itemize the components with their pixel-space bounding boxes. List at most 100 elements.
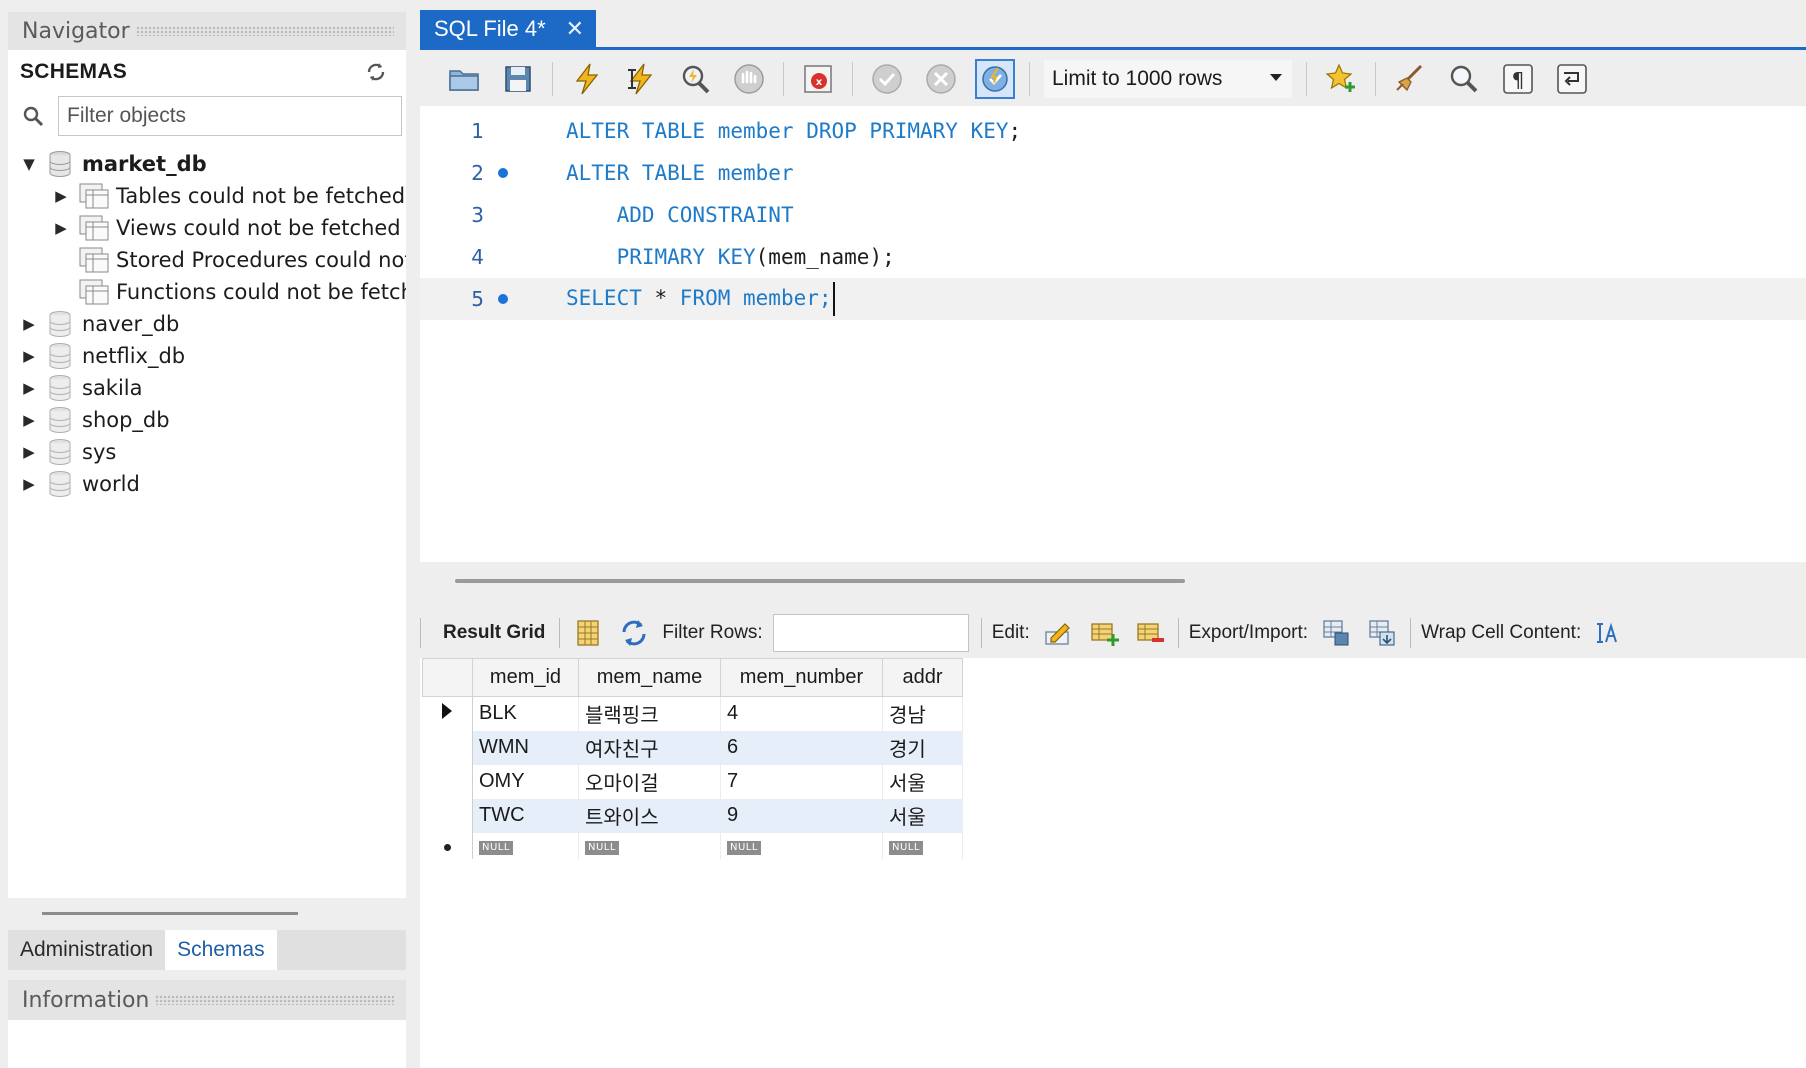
add-snippet-button[interactable] — [1321, 59, 1361, 99]
table-cell[interactable]: BLK — [472, 696, 579, 731]
table-cell[interactable]: TWC — [472, 798, 579, 833]
refresh-results-button[interactable] — [616, 615, 652, 651]
code-line-3[interactable]: 3 ADD CONSTRAINT — [420, 194, 1806, 236]
execute-current-button[interactable] — [621, 59, 661, 99]
result-grid-label[interactable]: Result Grid — [443, 622, 545, 644]
expand-arrow-icon[interactable]: ▶ — [18, 473, 40, 495]
code-line-4[interactable]: 4 PRIMARY KEY(mem_name); — [420, 236, 1806, 278]
table-cell[interactable]: 4 — [720, 696, 883, 731]
table-cell[interactable]: OMY — [472, 764, 579, 799]
code-line-1[interactable]: 1 ALTER TABLE member DROP PRIMARY KEY; — [420, 110, 1806, 152]
autocommit-toggle[interactable] — [975, 59, 1015, 99]
tree-item-label: Tables could not be fetched — [116, 184, 406, 208]
table-cell[interactable]: 경남 — [882, 696, 963, 731]
filter-objects-input[interactable] — [58, 96, 402, 136]
code-line-5[interactable]: 5 SELECT * FROM member; — [420, 278, 1806, 320]
schema-item-sys[interactable]: ▶ sys — [8, 436, 406, 468]
wrap-cell-button[interactable] — [1591, 615, 1627, 651]
table-cell[interactable]: 7 — [720, 764, 883, 799]
explain-button[interactable] — [675, 59, 715, 99]
table-cell[interactable]: 서울 — [882, 798, 963, 833]
execute-button[interactable] — [567, 59, 607, 99]
sql-toolbar: x Limit to 1000 rows ¶ — [420, 52, 1806, 106]
expand-arrow-icon[interactable]: ▶ — [18, 409, 40, 431]
tree-item-views[interactable]: ▶ Views could not be fetched — [8, 212, 406, 244]
expand-arrow-icon[interactable]: ▶ — [18, 441, 40, 463]
table-row[interactable]: BLK 블랙핑크 4 경남 — [422, 696, 963, 731]
database-icon — [49, 343, 71, 370]
save-button[interactable] — [498, 59, 538, 99]
delete-row-button[interactable] — [1132, 615, 1168, 651]
tree-item-tables[interactable]: ▶ Tables could not be fetched — [8, 180, 406, 212]
tab-schemas[interactable]: Schemas — [165, 930, 277, 970]
rollback-button[interactable] — [921, 59, 961, 99]
table-cell[interactable]: WMN — [472, 730, 579, 765]
limit-rows-select[interactable]: Limit to 1000 rows — [1044, 60, 1292, 98]
panel-splitter[interactable] — [42, 912, 298, 915]
stop-button[interactable] — [729, 59, 769, 99]
table-cell[interactable]: 블랙핑크 — [578, 696, 721, 731]
schema-item-naver-db[interactable]: ▶ naver_db — [8, 308, 406, 340]
null-cell[interactable]: NULL — [882, 832, 963, 859]
filter-rows-input[interactable] — [772, 614, 969, 652]
toolbar-separator — [1029, 62, 1030, 96]
tree-item-functions[interactable]: Functions could not be fetch — [8, 276, 406, 308]
table-cell[interactable]: 6 — [720, 730, 883, 765]
table-cell[interactable]: 트와이스 — [578, 798, 721, 833]
row-header[interactable] — [422, 730, 473, 765]
expand-arrow-icon[interactable]: ▶ — [50, 185, 72, 207]
schema-item-market-db[interactable]: ▼ market_db — [8, 148, 406, 180]
invisible-chars-button[interactable]: ¶ — [1498, 59, 1538, 99]
toggle-stop-on-error-button[interactable]: x — [798, 59, 838, 99]
refresh-icon[interactable] — [364, 60, 388, 84]
column-header[interactable]: mem_id — [472, 658, 579, 697]
open-file-button[interactable] — [444, 59, 484, 99]
collapse-arrow-icon[interactable]: ▼ — [18, 153, 40, 175]
row-pointer-icon[interactable] — [422, 696, 473, 731]
export-button[interactable] — [1318, 615, 1354, 651]
tab-sql-file[interactable]: SQL File 4* ✕ — [420, 10, 596, 48]
add-row-button[interactable] — [1086, 615, 1122, 651]
table-row[interactable]: TWC 트와이스 9 서울 — [422, 798, 963, 833]
new-row-marker-icon[interactable] — [422, 832, 473, 859]
row-header[interactable] — [422, 764, 473, 799]
null-cell[interactable]: NULL — [472, 832, 579, 859]
table-row[interactable]: OMY 오마이걸 7 서울 — [422, 764, 963, 799]
tab-administration[interactable]: Administration — [8, 930, 165, 970]
delete-row-icon — [1137, 623, 1164, 642]
table-row[interactable]: WMN 여자친구 6 경기 — [422, 730, 963, 765]
row-header[interactable] — [422, 798, 473, 833]
expand-arrow-icon[interactable]: ▶ — [50, 217, 72, 239]
null-cell[interactable]: NULL — [720, 832, 883, 859]
table-cell[interactable]: 여자친구 — [578, 730, 721, 765]
schema-item-sakila[interactable]: ▶ sakila — [8, 372, 406, 404]
expand-arrow-icon[interactable]: ▶ — [18, 345, 40, 367]
expand-arrow-icon[interactable]: ▶ — [18, 313, 40, 335]
column-header[interactable]: mem_name — [578, 658, 721, 697]
schema-item-shop-db[interactable]: ▶ shop_db — [8, 404, 406, 436]
beautify-button[interactable] — [1390, 59, 1430, 99]
commit-button[interactable] — [867, 59, 907, 99]
schema-item-netflix-db[interactable]: ▶ netflix_db — [8, 340, 406, 372]
column-header[interactable]: mem_number — [720, 658, 883, 697]
tree-item-stored-procedures[interactable]: Stored Procedures could not — [8, 244, 406, 276]
sql-editor[interactable]: 1 ALTER TABLE member DROP PRIMARY KEY; 2… — [420, 106, 1806, 562]
table-cell[interactable]: 오마이걸 — [578, 764, 721, 799]
code-line-2[interactable]: 2 ALTER TABLE member — [420, 152, 1806, 194]
close-icon[interactable]: ✕ — [566, 16, 584, 42]
wrap-lines-button[interactable] — [1552, 59, 1592, 99]
edit-cell-button[interactable] — [1040, 615, 1076, 651]
grid-layout-button[interactable] — [570, 615, 606, 651]
null-cell[interactable]: NULL — [578, 832, 721, 859]
information-header: Information — [8, 980, 406, 1020]
new-row[interactable]: NULL NULL NULL NULL — [422, 832, 963, 859]
table-cell[interactable]: 9 — [720, 798, 883, 833]
horizontal-scrollbar[interactable] — [455, 579, 1185, 583]
column-header[interactable]: addr — [882, 658, 963, 697]
schema-item-world[interactable]: ▶ world — [8, 468, 406, 500]
import-button[interactable] — [1364, 615, 1400, 651]
table-cell[interactable]: 서울 — [882, 764, 963, 799]
expand-arrow-icon[interactable]: ▶ — [18, 377, 40, 399]
find-button[interactable] — [1444, 59, 1484, 99]
table-cell[interactable]: 경기 — [882, 730, 963, 765]
